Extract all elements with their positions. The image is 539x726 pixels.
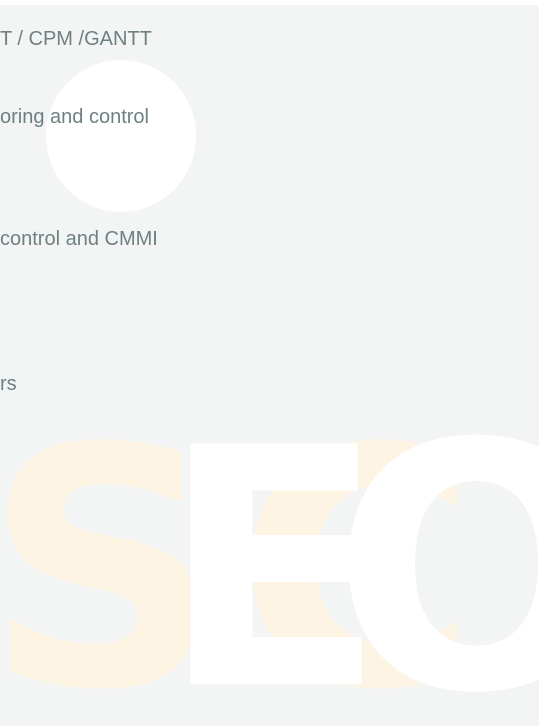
watermark-letter-o: O xyxy=(332,372,539,726)
decorative-circle xyxy=(46,60,196,212)
slide-panel: ture T / CPM /GANTT oring and control co… xyxy=(0,5,539,726)
text-line-structure: ture xyxy=(0,5,34,11)
text-line-pert-cpm-gantt: T / CPM /GANTT xyxy=(0,28,152,50)
text-line-quality-cmmi: control and CMMI xyxy=(0,228,158,250)
text-line-monitoring-control: oring and control xyxy=(0,106,149,128)
